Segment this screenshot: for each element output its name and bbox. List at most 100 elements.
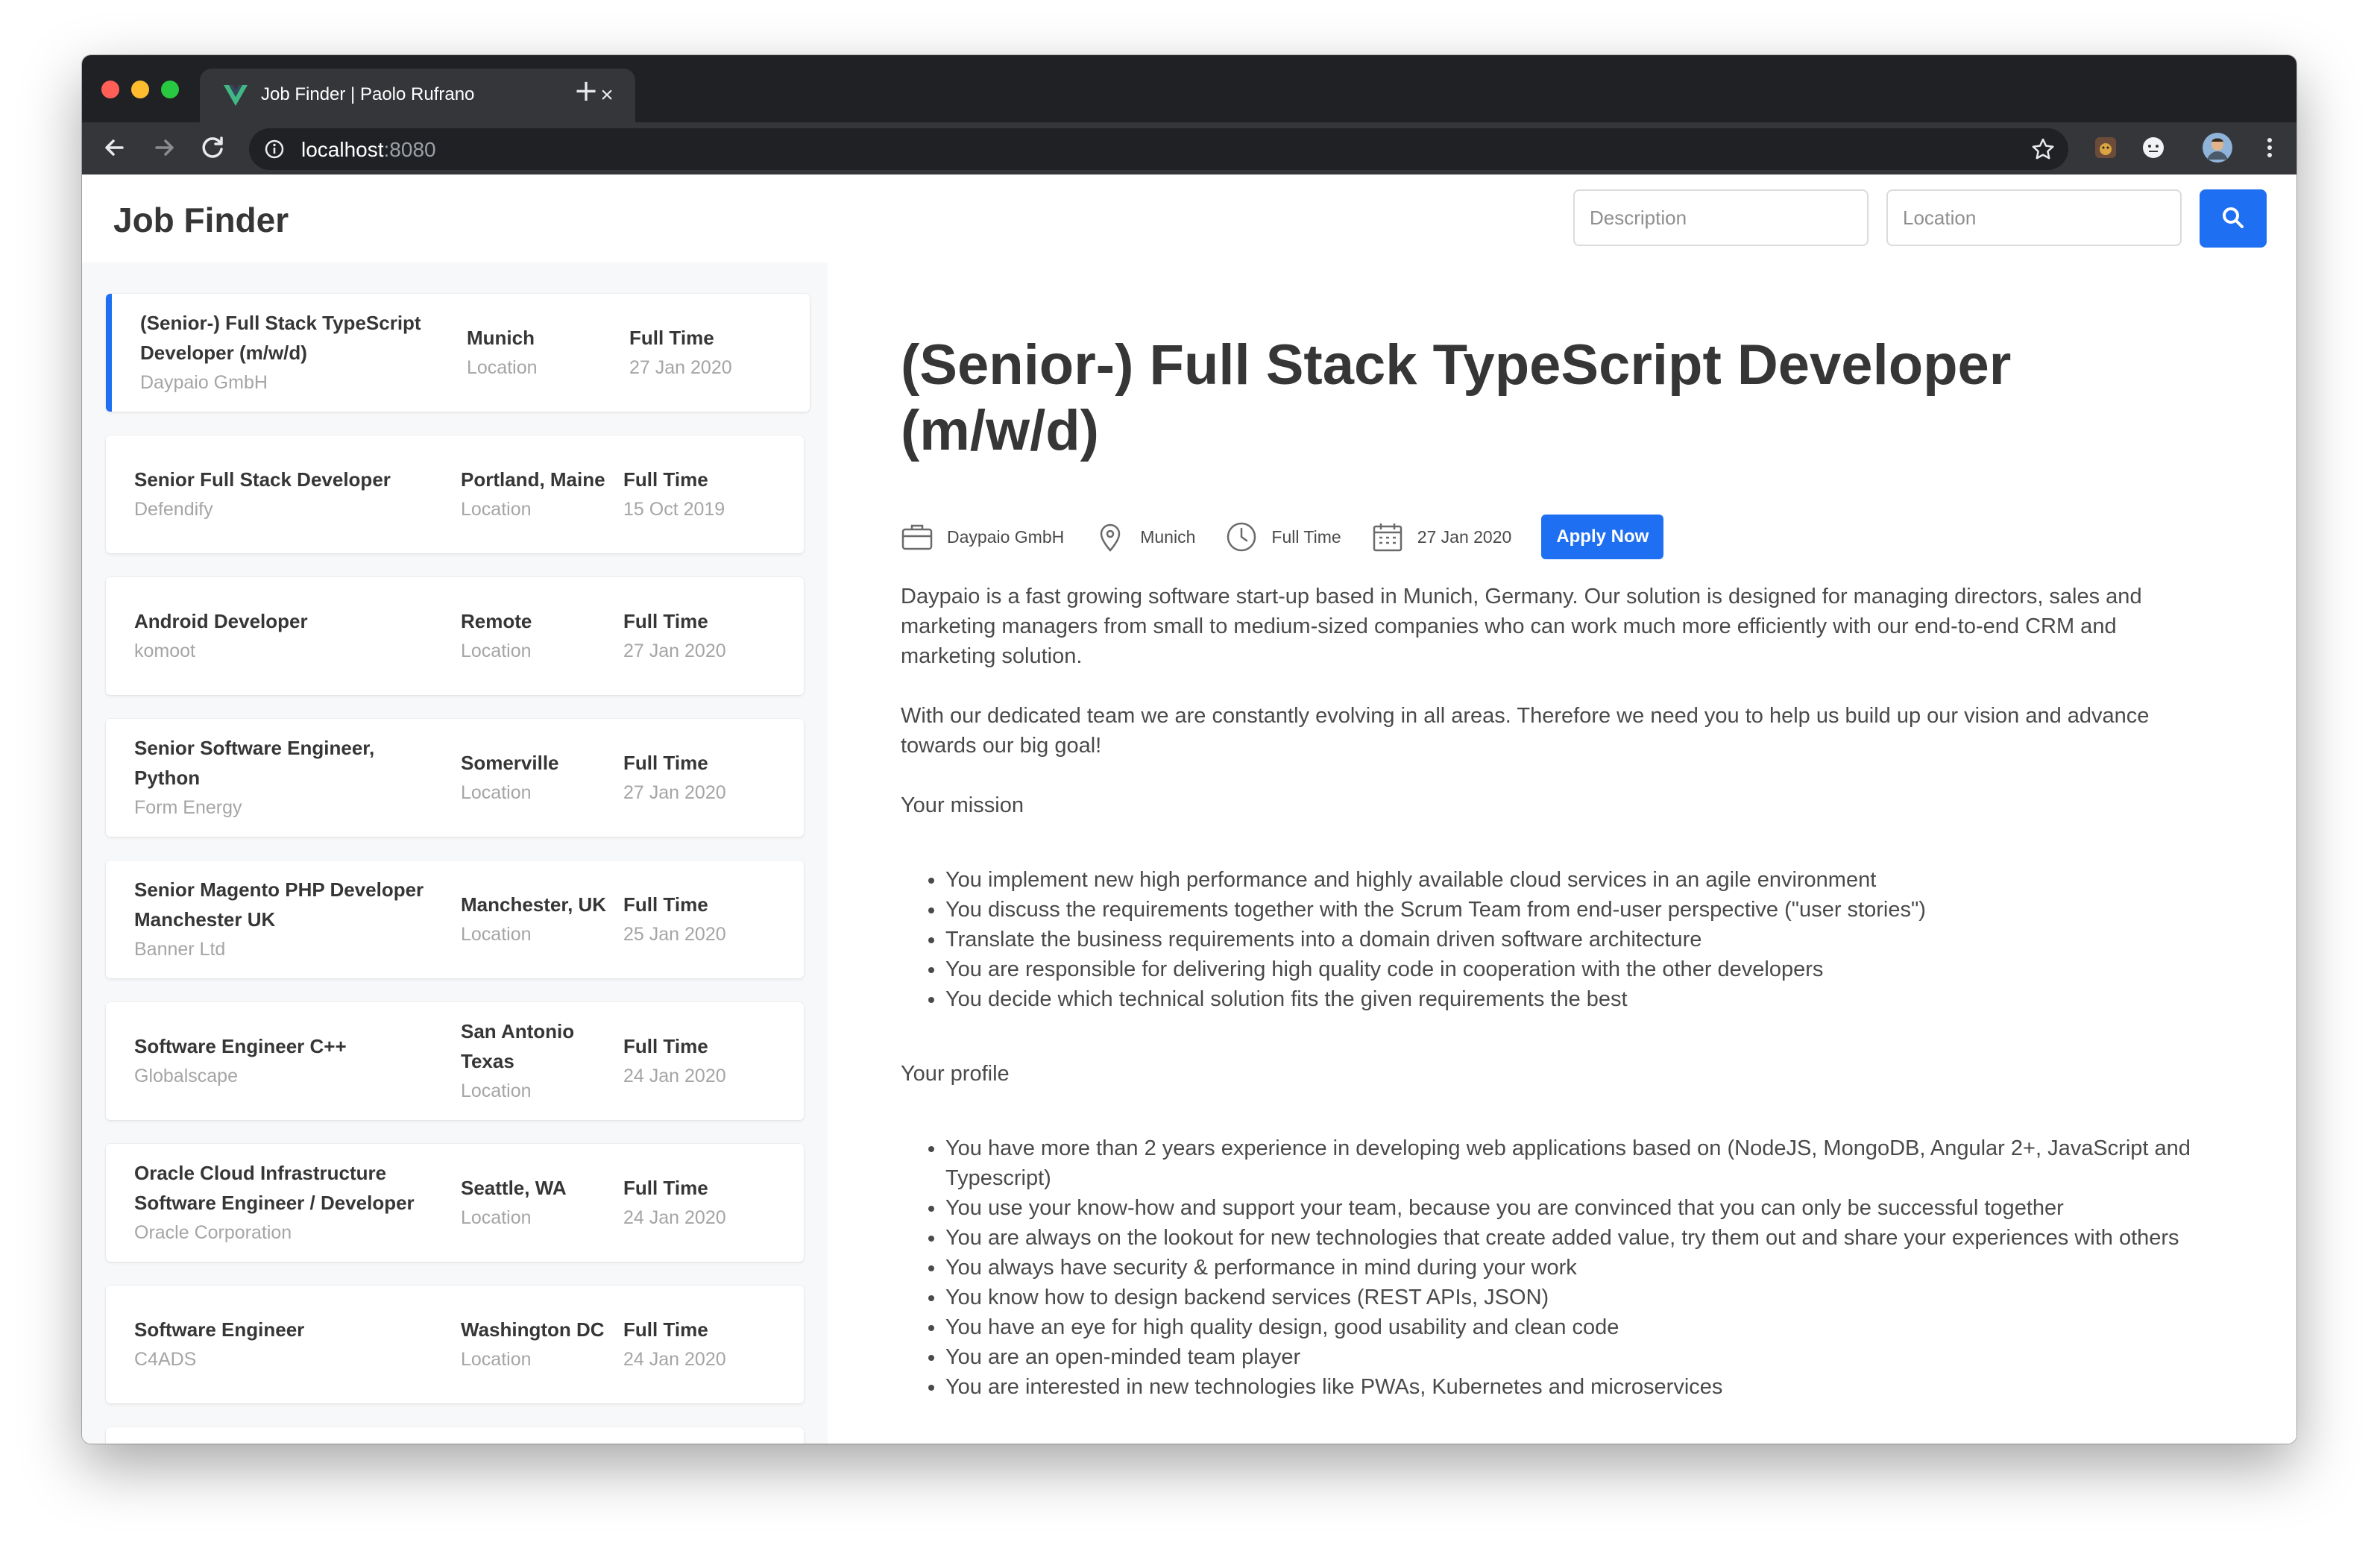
new-tab-button[interactable]: + [571,76,601,106]
job-card-company: Form Energy [134,797,242,818]
job-card-type-col: Full Time 24 Jan 2020 [623,1144,772,1262]
job-card[interactable]: Senior Software Engineer, Python Form En… [106,719,804,837]
list-item: You discuss the requirements together wi… [945,895,2213,925]
list-item: You have an eye for high quality design,… [945,1312,2213,1342]
calendar-icon [1373,523,1402,552]
description-search-input[interactable] [1573,189,1869,246]
tab-title: Job Finder | Paolo Rufrano [261,84,475,104]
job-card-location: Seattle, WA [461,1177,567,1199]
job-card-location: Remote [461,610,532,632]
job-details-panel: (Senior-) Full Stack TypeScript Develope… [828,262,2296,1444]
job-card-type-col: Full Time 27 Jan 2020 [623,719,772,837]
list-item: You use your know-how and support your t… [945,1193,2213,1223]
browser-tab-bar: Job Finder | Paolo Rufrano × + [82,55,2296,122]
extension-bear-icon[interactable] [2091,133,2121,163]
job-card-location-label: Location [461,1349,532,1370]
job-card[interactable]: Oracle Cloud Infrastructure Software Eng… [106,1144,804,1262]
job-card-location-label: Location [461,1080,532,1101]
job-card-selected[interactable]: (Senior-) Full Stack TypeScript Develope… [106,294,810,412]
forward-arrow-icon[interactable] [148,131,180,164]
list-item: Translate the business requirements into… [945,925,2213,954]
job-card-type: Full Time [623,752,708,774]
job-card[interactable]: Senior Magento PHP Developer Manchester … [106,861,804,978]
job-card[interactable]: Software Engineer C++ Globalscape San An… [106,1002,804,1120]
job-card-location-label: Location [461,641,532,661]
job-card-location-label: Location [461,1207,532,1228]
bookmark-star-icon[interactable] [2031,137,2055,161]
job-card-type: Full Time [623,1318,708,1341]
job-card[interactable]: Senior Full Stack Developer Defendify Po… [106,435,804,553]
job-card-location-col: Seattle, WA Location [461,1144,610,1262]
job-card-date: 24 Jan 2020 [623,1207,726,1228]
job-card-location-col: Manchester, UK Location [461,861,610,978]
job-card-type: Full Time [623,610,708,632]
job-card-date: 27 Jan 2020 [629,357,732,378]
maximize-window-button[interactable] [161,81,179,98]
job-card-date: 25 Jan 2020 [623,924,726,945]
url-text: localhost:8080 [301,138,436,162]
job-card-location-col: Munich Location [467,294,616,412]
job-description: Daypaio is a fast growing software start… [901,582,2213,1432]
browser-toolbar: localhost:8080 [82,122,2296,174]
job-card-type-col: Full Time 24 Jan 2020 [623,1002,772,1120]
job-card-date: 27 Jan 2020 [623,782,726,803]
intro-paragraph-2: With our dedicated team we are constantl… [901,704,2150,758]
job-card-location-col: Somerville Location [461,719,610,837]
job-card-location-label: Location [461,924,532,945]
vue-logo-icon [224,85,248,106]
search-button[interactable] [2200,189,2267,248]
clock-icon [1227,522,1256,552]
extension-face-icon[interactable] [2138,133,2168,163]
job-card-company: Defendify [134,499,213,520]
job-card-partial[interactable] [106,1427,804,1444]
job-card-title-col: Android Developer komoot [134,577,440,695]
list-item: You know how to design backend services … [945,1283,2213,1312]
location-search-input[interactable] [1886,189,2182,246]
address-bar[interactable]: localhost:8080 [249,128,2068,170]
job-card-title-col: Senior Magento PHP Developer Manchester … [134,861,440,978]
job-detail-title: (Senior-) Full Stack TypeScript Develope… [901,333,2012,462]
meta-date-text: 27 Jan 2020 [1417,526,1512,547]
job-card-location-col: Remote Location [461,577,610,695]
profile-avatar-icon[interactable] [2201,131,2234,164]
job-card-type-col: Full Time 15 Oct 2019 [623,435,772,553]
job-meta-row: Daypaio GmbH Munich Full Time 27 Jan 202… [901,515,1664,559]
info-icon[interactable] [264,139,285,160]
meta-type: Full Time [1225,520,1341,553]
list-item: You are responsible for delivering high … [945,954,2213,984]
job-card-title: Senior Magento PHP Developer Manchester … [134,878,424,931]
back-arrow-icon[interactable] [98,131,131,164]
job-card-location: Somerville [461,752,559,774]
job-finder-app: Job Finder (Senior-) Full Stack TypeScri… [82,174,2296,1444]
job-card[interactable]: Software Engineer C4ADS Washington DC Lo… [106,1286,804,1403]
list-item: You are an open-minded team player [945,1342,2213,1372]
job-card-title: Software Engineer [134,1318,305,1341]
mission-heading: Your mission [901,793,1024,817]
briefcase-icon [901,524,933,550]
job-card-location: Washington DC [461,1318,605,1341]
job-card-date: 24 Jan 2020 [623,1066,726,1086]
job-card-location-label: Location [461,499,532,520]
apply-now-button[interactable]: Apply Now [1541,515,1664,559]
job-card-company: komoot [134,641,195,661]
reload-icon[interactable] [197,131,230,164]
app-header: Job Finder [82,174,2296,262]
meta-date: 27 Jan 2020 [1371,520,1512,553]
chrome-menu-icon[interactable] [2255,133,2285,163]
job-card-title: (Senior-) Full Stack TypeScript Develope… [140,312,421,364]
job-card-company: C4ADS [134,1349,197,1370]
job-card-company: Oracle Corporation [134,1222,292,1243]
browser-tab[interactable]: Job Finder | Paolo Rufrano × [200,69,635,122]
list-item: You have more than 2 years experience in… [945,1133,2213,1193]
job-card-type-col: Full Time 25 Jan 2020 [623,861,772,978]
close-window-button[interactable] [101,81,119,98]
browser-window: Job Finder | Paolo Rufrano × + localhost… [82,55,2296,1444]
brand-title: Job Finder [113,201,289,239]
job-card-title: Oracle Cloud Infrastructure Software Eng… [134,1162,415,1214]
list-item: You decide which technical solution fits… [945,984,2213,1014]
minimize-window-button[interactable] [131,81,149,98]
job-card-location: Manchester, UK [461,893,607,916]
job-card[interactable]: Android Developer komoot Remote Location… [106,577,804,695]
job-card-title-col: Senior Full Stack Developer Defendify [134,435,440,553]
search-icon [2223,207,2244,228]
